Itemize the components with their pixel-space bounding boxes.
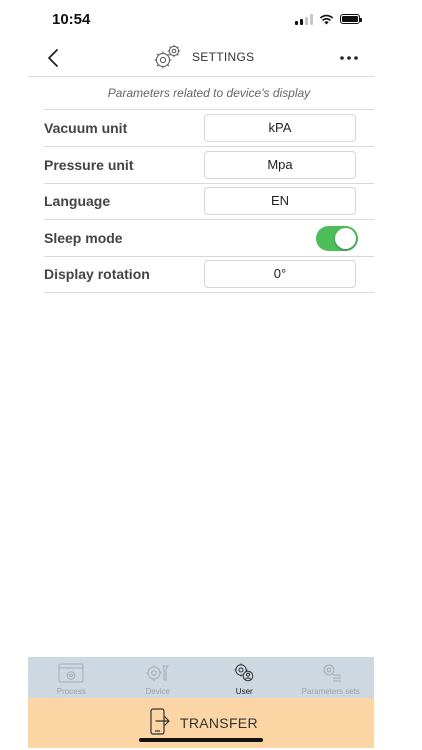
display-rotation-select[interactable]: 0° bbox=[204, 260, 356, 288]
parameters-sets-icon bbox=[323, 664, 341, 682]
tab-label: User bbox=[235, 687, 253, 696]
battery-icon bbox=[340, 14, 362, 24]
phone-transfer-icon bbox=[150, 708, 170, 735]
user-gear-icon bbox=[234, 663, 254, 682]
tab-parameters-sets[interactable]: Parameters sets bbox=[288, 657, 375, 698]
section-subtitle-row: Parameters related to device's display bbox=[44, 77, 374, 110]
setting-label: Pressure unit bbox=[44, 157, 134, 173]
header-bar: SETTINGS bbox=[28, 40, 374, 77]
page-title-group: SETTINGS bbox=[152, 42, 254, 72]
vacuum-unit-select[interactable]: kPA bbox=[204, 114, 356, 142]
page-title: SETTINGS bbox=[192, 50, 255, 64]
back-chevron-icon[interactable] bbox=[42, 46, 66, 70]
tab-device[interactable]: Device bbox=[115, 657, 202, 698]
setting-label: Vacuum unit bbox=[44, 120, 128, 136]
transfer-label: TRANSFER bbox=[180, 715, 258, 731]
pressure-unit-select[interactable]: Mpa bbox=[204, 151, 356, 179]
setting-row-language: Language EN bbox=[44, 183, 374, 220]
home-indicator bbox=[139, 738, 263, 742]
more-dots-icon[interactable] bbox=[338, 49, 360, 67]
tab-user[interactable]: User bbox=[201, 657, 288, 698]
setting-row-pressure-unit: Pressure unit Mpa bbox=[44, 147, 374, 184]
cellular-signal-icon bbox=[295, 13, 313, 25]
status-time: 10:54 bbox=[52, 11, 91, 28]
tab-process[interactable]: Process bbox=[28, 657, 115, 698]
setting-row-sleep-mode: Sleep mode bbox=[44, 220, 374, 257]
setting-label: Display rotation bbox=[44, 266, 150, 282]
setting-row-vacuum-unit: Vacuum unit kPA bbox=[44, 110, 374, 147]
bottom-tab-bar: Process Device User Parameters sets bbox=[28, 657, 374, 698]
status-icons bbox=[295, 12, 362, 26]
setting-label: Language bbox=[44, 193, 111, 209]
gears-icon bbox=[154, 44, 181, 69]
device-tools-icon bbox=[145, 665, 169, 681]
tab-label: Parameters sets bbox=[301, 687, 360, 696]
tab-label: Process bbox=[56, 687, 86, 696]
section-subtitle: Parameters related to device's display bbox=[107, 86, 311, 100]
sleep-mode-toggle[interactable] bbox=[316, 226, 358, 251]
status-bar: 10:54 bbox=[0, 0, 422, 40]
language-select[interactable]: EN bbox=[204, 187, 356, 215]
toggle-knob bbox=[335, 228, 356, 249]
setting-label: Sleep mode bbox=[44, 230, 123, 246]
process-icon bbox=[58, 663, 84, 683]
tab-label: Device bbox=[145, 687, 170, 696]
wifi-icon bbox=[319, 14, 334, 24]
setting-row-display-rotation: Display rotation 0° bbox=[44, 256, 374, 293]
